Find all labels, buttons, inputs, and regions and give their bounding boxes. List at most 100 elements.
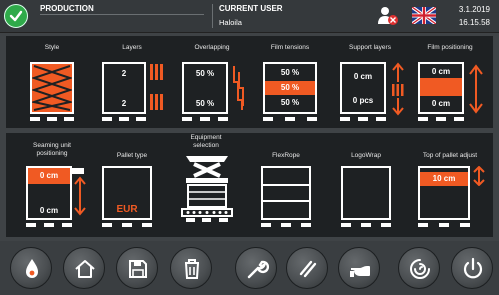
operator-mode-button[interactable] (10, 247, 52, 289)
top-adjust-value: 10 cm (432, 174, 456, 183)
tile-label: LogoWrap (351, 152, 381, 159)
overlap-film-icon (232, 66, 248, 110)
tile-overlapping[interactable]: Overlapping 50 % 50 % (172, 40, 252, 132)
tile-layers[interactable]: Layers 2 2 (92, 40, 172, 132)
pallet-box: 50 % 50 % (182, 62, 228, 114)
tile-pallet-type[interactable]: Pallet type EUR (92, 136, 172, 236)
divider (212, 4, 213, 28)
tile-flexrope[interactable]: FlexRope (246, 136, 326, 236)
equipment-icon (180, 154, 234, 224)
film-position-top-value: 0 cm (431, 67, 451, 76)
tile-equipment-selection[interactable]: Equipment selection (166, 130, 246, 236)
pallet-feet (182, 117, 228, 121)
hand-icon (350, 266, 370, 277)
pallet-box: 0 cm 0 cm (26, 166, 72, 220)
pallet-box (341, 166, 391, 220)
tile-style[interactable]: Style (12, 40, 92, 132)
power-icon (463, 257, 483, 279)
home-button[interactable] (63, 247, 105, 289)
film-cut-button[interactable] (286, 247, 328, 289)
language-flag-icon[interactable] (411, 5, 437, 26)
pallet-feet (261, 223, 311, 227)
date-display: 3.1.2019 (458, 5, 490, 14)
tile-film-positioning[interactable]: Film positioning 0 cm 0 cm (410, 40, 490, 132)
header-bar: PRODUCTION CURRENT USER Haloila 3.1.2019… (0, 0, 499, 33)
pallet-type-value: EUR (116, 204, 138, 215)
pallet-box: 2 2 (102, 62, 146, 114)
pallet-feet (418, 223, 470, 227)
seaming-bottom-value: 0 cm (39, 206, 59, 215)
tile-label: Seaming unit positioning (33, 142, 71, 157)
film-position-band (420, 78, 462, 96)
current-user-label: CURRENT USER (219, 4, 283, 13)
support-height-value: 0 cm (353, 72, 373, 81)
pallet-feet (418, 117, 464, 121)
user-logout-icon[interactable] (377, 6, 399, 31)
rope-line (263, 184, 309, 186)
overlap-top-value: 50 % (195, 69, 215, 78)
tile-film-tensions[interactable]: Film tensions 50 % 50 % 50 % (250, 40, 330, 132)
film-feed-button[interactable] (398, 247, 440, 289)
tile-seaming-unit[interactable]: Seaming unit positioning 0 cm 0 cm (12, 136, 92, 236)
tile-label: Pallet type (116, 152, 148, 159)
tile-support-layers[interactable]: Support layers 0 cm 0 pcs (330, 40, 410, 132)
support-count-value: 0 pcs (352, 96, 374, 105)
tile-logowrap[interactable]: LogoWrap (326, 136, 406, 236)
film-layers-top-icon (150, 64, 164, 80)
pallet-box (261, 166, 311, 220)
pallet-box: EUR (102, 166, 152, 220)
current-user-name: Haloila (219, 18, 242, 27)
swirl-icon (410, 259, 430, 279)
tile-label: Support layers (349, 44, 391, 51)
pallet-feet (341, 223, 391, 227)
film-layers-bottom-icon (150, 94, 164, 110)
tile-label: Equipment selection (190, 134, 222, 149)
seaming-top-value: 0 cm (39, 171, 59, 180)
oil-drop-icon (26, 259, 38, 278)
pallet-feet (340, 117, 386, 121)
pallet-feet (102, 223, 152, 227)
layers-bottom-value: 2 (121, 99, 127, 108)
pallet-box: 10 cm (418, 166, 470, 220)
status-ok-icon[interactable] (4, 4, 28, 28)
tile-label: Top of pallet adjust (422, 152, 478, 159)
power-button[interactable] (451, 247, 493, 289)
pallet-style-icon (30, 62, 74, 114)
trash-icon (185, 259, 199, 279)
pallet-feet (102, 117, 146, 121)
save-button[interactable] (116, 247, 158, 289)
layers-top-value: 2 (121, 69, 127, 78)
tile-label: FlexRope (272, 152, 300, 159)
overlap-bottom-value: 50 % (195, 99, 215, 108)
support-arrows-icon (390, 62, 406, 116)
tile-label: Overlapping (194, 44, 230, 51)
home-icon (75, 260, 95, 278)
divider (40, 14, 204, 15)
pallet-box: 50 % 50 % 50 % (263, 62, 317, 114)
slash-lines-icon (299, 260, 317, 278)
pallet-box: 0 cm 0 pcs (340, 62, 386, 114)
tile-label: Film positioning (427, 44, 473, 51)
hand-mode-button[interactable] (338, 247, 380, 289)
pallet-feet (263, 117, 317, 121)
film-position-arrows-icon (468, 64, 484, 114)
top-adjust-arrows-icon (472, 165, 486, 187)
save-icon (129, 260, 147, 278)
tension-bottom-value: 50 % (280, 98, 300, 107)
time-display: 16.15.58 (458, 18, 490, 27)
delete-button[interactable] (170, 247, 212, 289)
tile-label: Film tensions (270, 44, 310, 51)
pallet-feet (30, 117, 74, 121)
film-position-bottom-value: 0 cm (431, 99, 451, 108)
tension-middle-value: 50 % (280, 83, 300, 92)
tile-label: Style (44, 44, 60, 51)
page-title: PRODUCTION (40, 4, 94, 13)
tile-top-of-pallet-adjust[interactable]: Top of pallet adjust 10 cm (410, 136, 490, 236)
bottom-toolbar (0, 241, 499, 295)
tile-label: Layers (122, 44, 142, 51)
seaming-head-icon (72, 168, 88, 218)
tools-button[interactable] (235, 247, 277, 289)
tension-top-value: 50 % (280, 68, 300, 77)
wrench-icon (247, 260, 269, 279)
rope-line (263, 200, 309, 202)
